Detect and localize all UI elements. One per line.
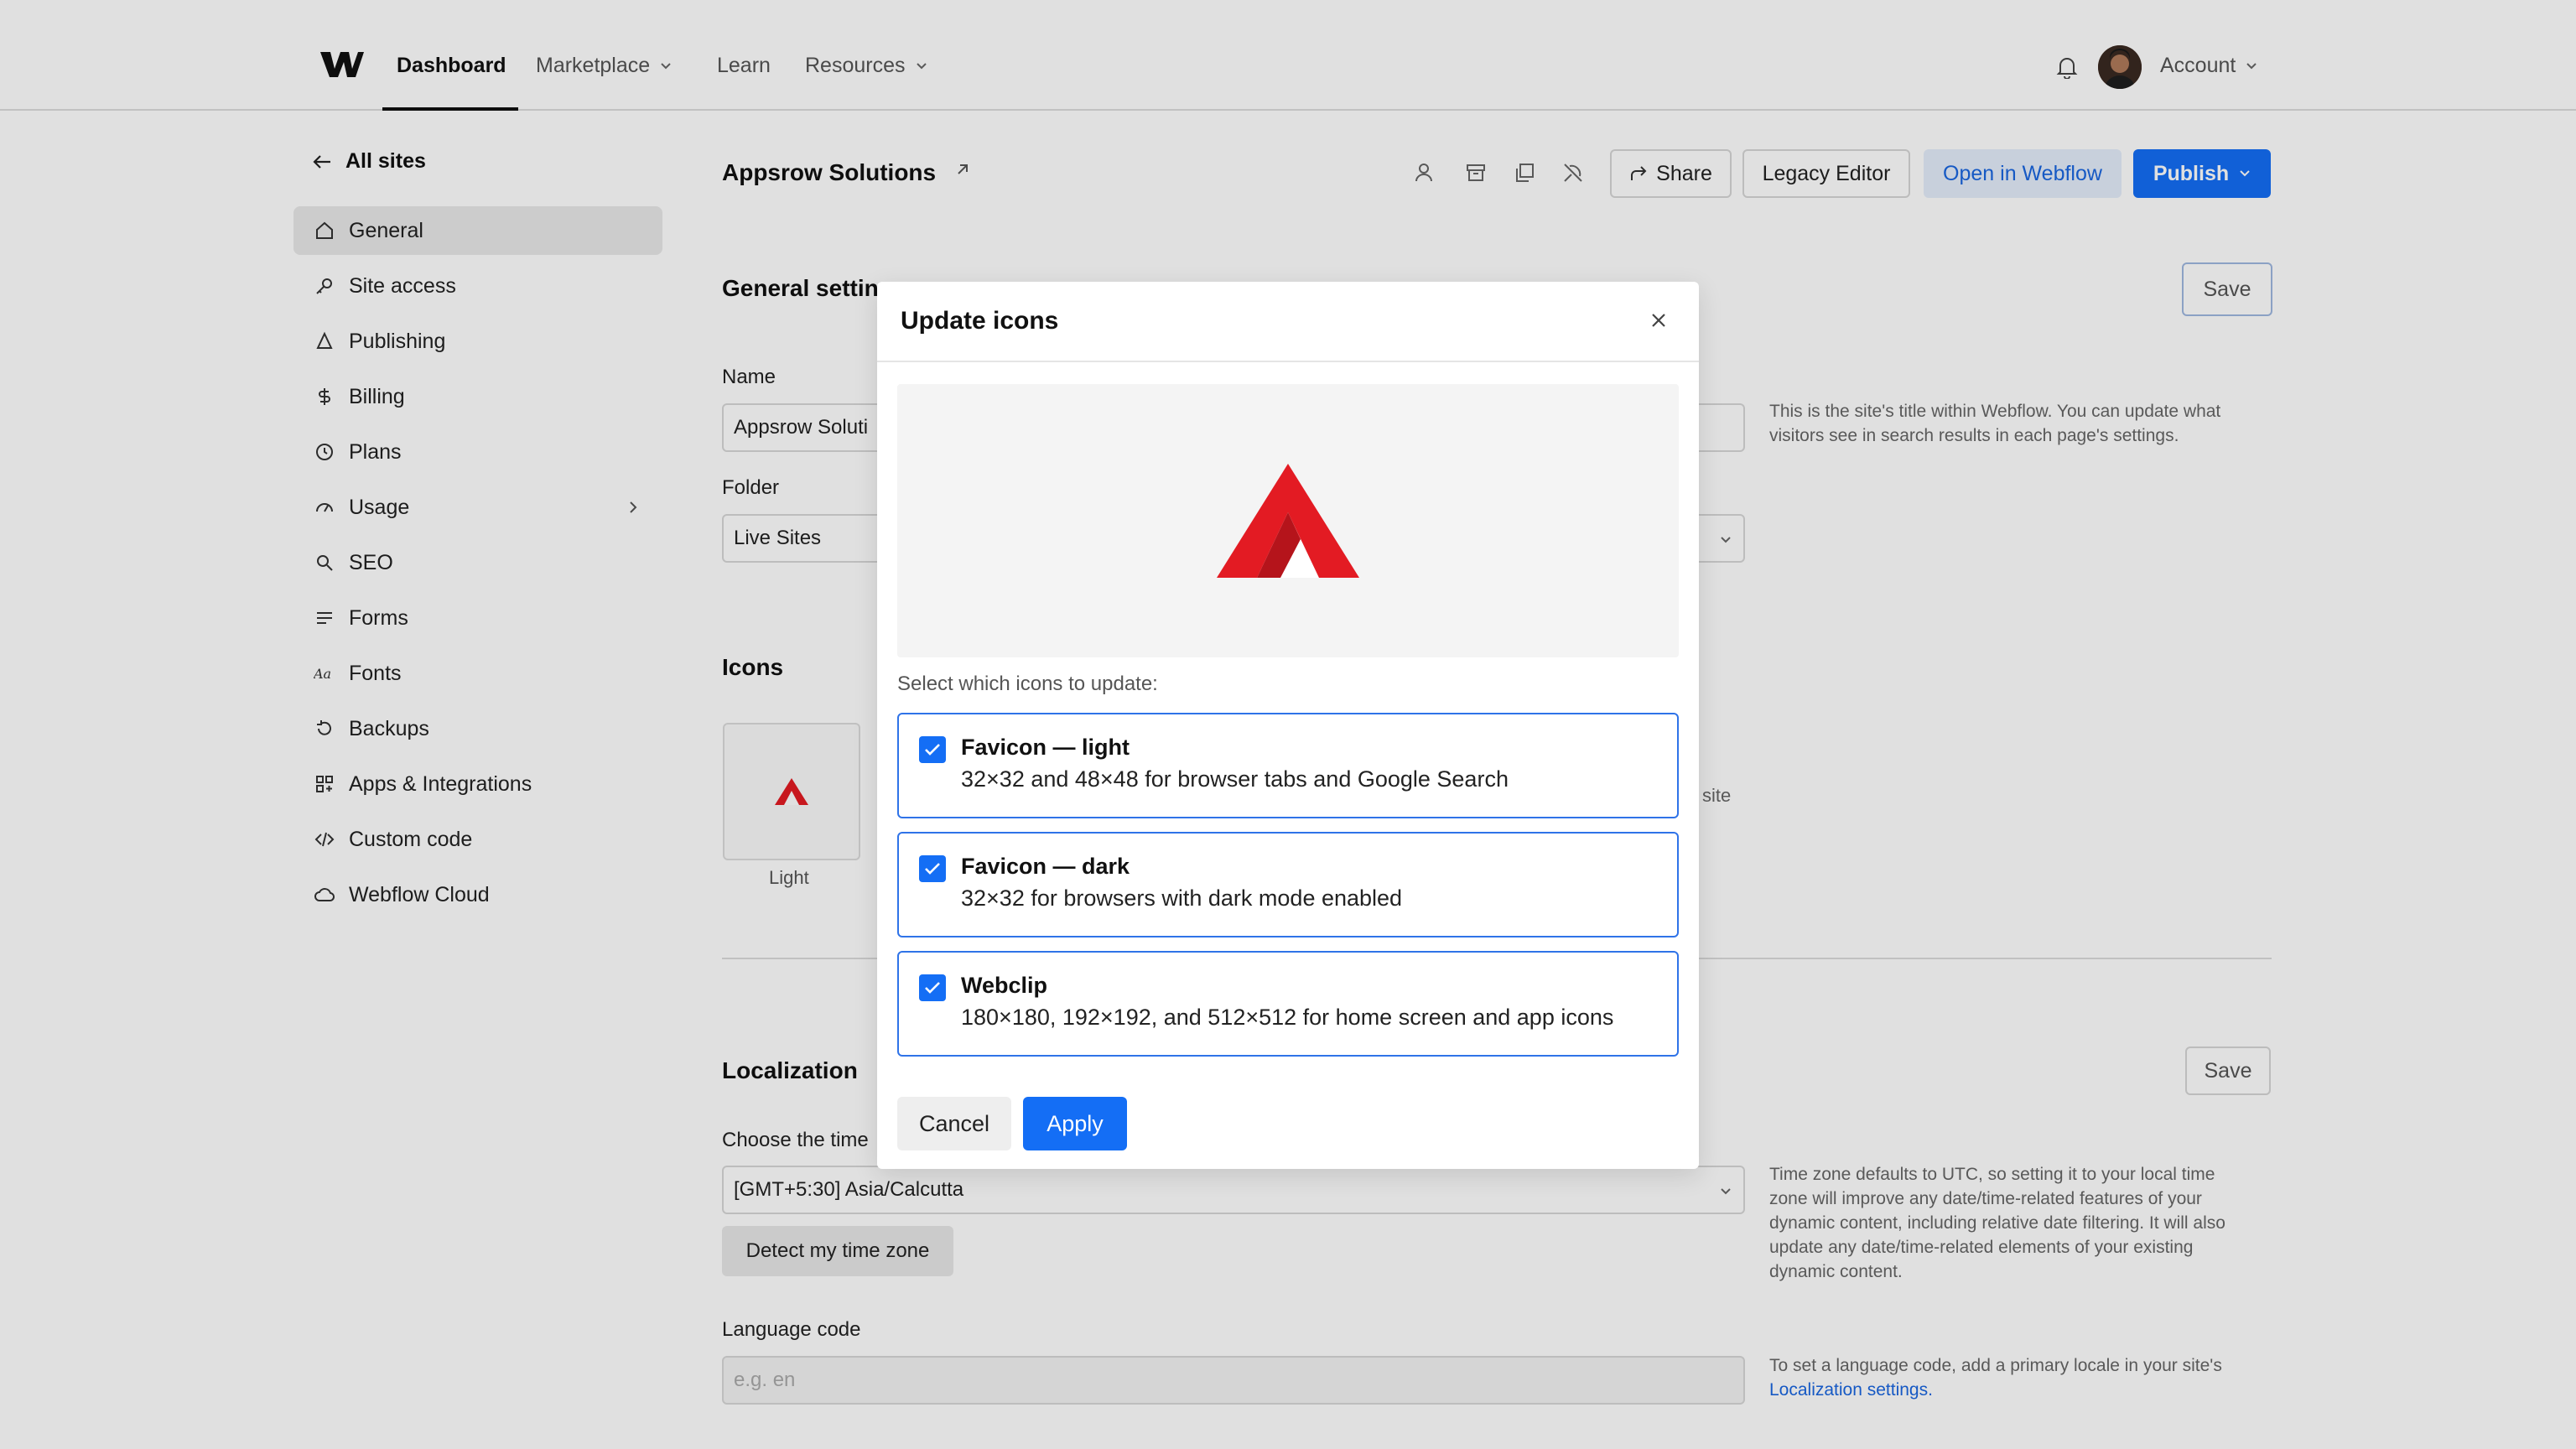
close-icon[interactable]: [1649, 310, 1669, 330]
checkmark-icon: [924, 743, 941, 756]
cancel-button[interactable]: Cancel: [897, 1097, 1011, 1150]
checkmark-icon: [924, 981, 941, 995]
appsrow-logo-icon: [1217, 464, 1359, 578]
icon-option-webclip[interactable]: Webclip 180×180, 192×192, and 512×512 for…: [897, 951, 1679, 1057]
modal-header: Update icons: [877, 282, 1699, 362]
checkmark-icon: [924, 862, 941, 875]
select-icons-text: Select which icons to update:: [897, 673, 1158, 695]
checkbox[interactable]: [919, 974, 946, 1001]
icon-option-favicon-light[interactable]: Favicon — light 32×32 and 48×48 for brows…: [897, 713, 1679, 818]
icon-option-favicon-dark[interactable]: Favicon — dark 32×32 for browsers with da…: [897, 832, 1679, 937]
icon-preview-area: [897, 384, 1679, 657]
checkbox[interactable]: [919, 736, 946, 763]
option-description: 32×32 and 48×48 for browser tabs and Goo…: [961, 766, 1509, 792]
apply-button[interactable]: Apply: [1023, 1097, 1127, 1150]
option-description: 180×180, 192×192, and 512×512 for home s…: [961, 1005, 1614, 1030]
option-description: 32×32 for browsers with dark mode enable…: [961, 886, 1403, 911]
update-icons-modal: Update icons Select which icons to updat…: [877, 282, 1699, 1169]
option-title: Webclip: [961, 973, 1048, 998]
option-title: Favicon — dark: [961, 854, 1130, 879]
modal-title: Update icons: [901, 307, 1059, 335]
option-title: Favicon — light: [961, 735, 1130, 760]
checkbox[interactable]: [919, 855, 946, 882]
